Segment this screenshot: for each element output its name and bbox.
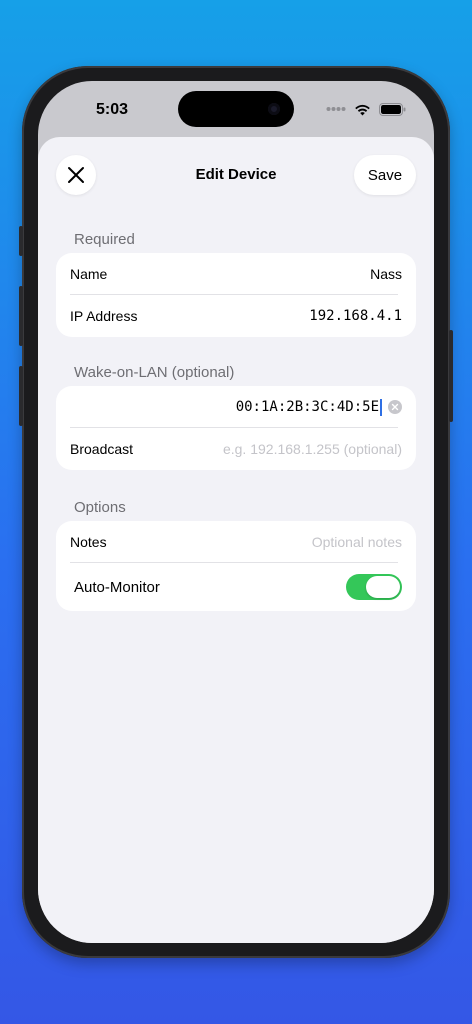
status-time: 5:03	[96, 101, 129, 118]
section-header-options: Options	[74, 499, 126, 516]
wifi-icon	[355, 104, 370, 115]
volume-up-button	[19, 286, 23, 346]
ip-address-label: IP Address	[70, 308, 138, 324]
x-mark-icon	[391, 403, 399, 411]
camera-icon	[268, 103, 280, 115]
broadcast-row[interactable]: Broadcast e.g. 192.168.1.255 (optional)	[56, 428, 416, 470]
mac-address-value: 00:1A:2B:3C:4D:5E	[235, 399, 379, 415]
screen: 5:03 Edit Device Save Required Name Nass…	[38, 81, 434, 943]
name-row[interactable]: Name Nass	[56, 253, 416, 295]
signal-dots-icon	[326, 107, 346, 111]
action-button	[19, 226, 23, 256]
volume-down-button	[19, 366, 23, 426]
dynamic-island	[178, 91, 294, 127]
ip-address-row[interactable]: IP Address 192.168.4.1	[56, 295, 416, 337]
auto-monitor-label: Auto-Monitor	[74, 578, 160, 596]
section-header-wol: Wake-on-LAN (optional)	[74, 364, 235, 381]
status-bar: 5:03	[38, 81, 434, 137]
ip-address-field[interactable]: 192.168.4.1	[309, 308, 402, 324]
options-card: Notes Optional notes Auto-Monitor	[56, 521, 416, 611]
notes-row[interactable]: Notes Optional notes	[56, 521, 416, 563]
mac-address-field[interactable]: 00:1A:2B:3C:4D:5E	[235, 398, 382, 416]
name-label: Name	[70, 266, 108, 282]
edit-device-sheet: Edit Device Save Required Name Nass IP A…	[38, 137, 434, 943]
section-header-required: Required	[74, 231, 135, 248]
toggle-knob	[366, 576, 400, 598]
power-button	[449, 330, 453, 422]
text-caret	[380, 398, 382, 416]
mac-address-row[interactable]: 00:1A:2B:3C:4D:5E	[56, 386, 416, 428]
notes-label: Notes	[70, 534, 107, 550]
notes-field[interactable]: Optional notes	[312, 534, 402, 550]
auto-monitor-row: Auto-Monitor	[56, 563, 416, 611]
status-icons	[326, 101, 406, 117]
name-field[interactable]: Nass	[370, 266, 402, 282]
auto-monitor-toggle[interactable]	[346, 574, 402, 600]
required-card: Name Nass IP Address 192.168.4.1	[56, 253, 416, 337]
clear-text-icon[interactable]	[388, 400, 402, 414]
broadcast-field[interactable]: e.g. 192.168.1.255 (optional)	[223, 441, 402, 457]
broadcast-label: Broadcast	[70, 441, 134, 457]
save-button[interactable]: Save	[354, 155, 416, 195]
battery-icon	[379, 102, 406, 116]
wol-card: 00:1A:2B:3C:4D:5E Broadcast e.g. 192.168…	[56, 386, 416, 470]
